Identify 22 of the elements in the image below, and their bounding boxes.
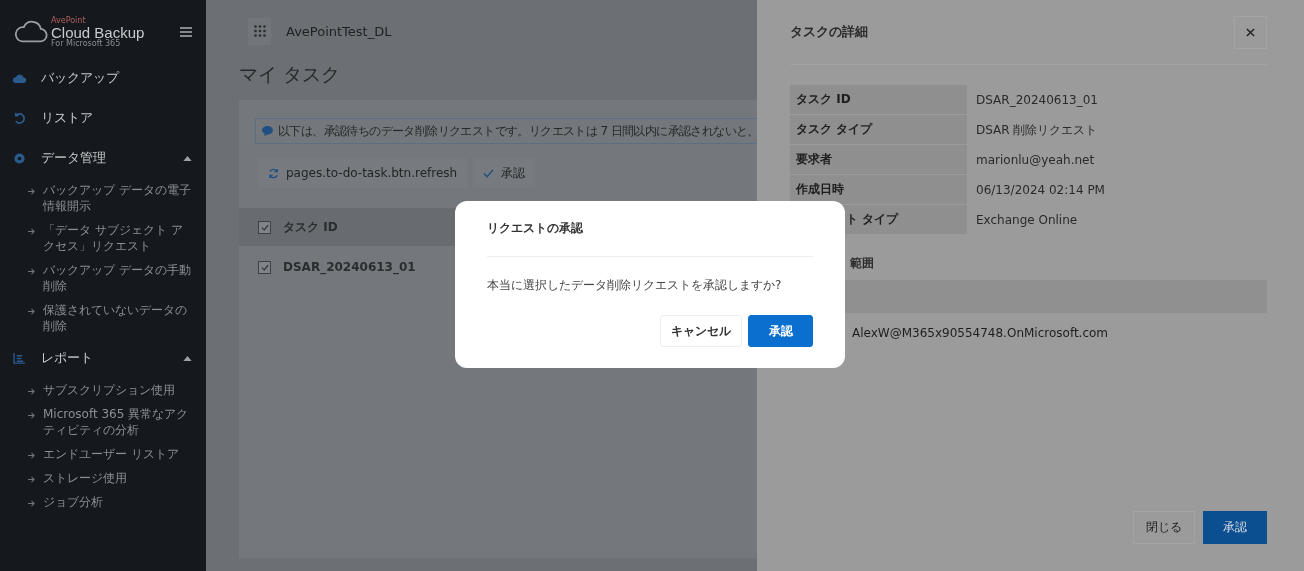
detail-value: 06/13/2024 02:14 PM [975,182,1105,199]
detail-label: タスク タイプ [790,115,967,144]
dialog-message: 本当に選択したデータ削除リクエストを承認しますか? [487,277,783,294]
info-text: 以下は、承認待ちのデータ削除リクエストです。リクエストは 7 日間以内に承認されないと、 [278,122,759,140]
table-cell-text: AlexW@M365x90554748.OnMicrosoft.com [851,325,1110,340]
detail-label: 作成日時 [790,175,967,204]
detail-value: DSAR 削除リクエスト [975,121,1098,139]
product-name: Cloud Backup [51,24,145,40]
product-tagline: For Microsoft 365 [51,39,121,48]
dialog-title: リクエストの承認 [487,201,813,257]
detail-label: 要求者 [790,145,967,174]
table-cell: DSAR_20240613_01 [283,260,416,274]
section-title: 範囲 [849,255,875,272]
column-header: タスク ID [283,218,338,236]
detail-value: marionlu@yeah.net [975,152,1095,169]
panel-title: タスクの詳細 [790,23,868,41]
brand-label: AvePoint [51,16,87,25]
detail-value: DSAR_20240613_01 [975,92,1098,109]
tenant-name: AvePointTest_DL [286,23,392,39]
detail-value: Exchange Online [975,212,1078,229]
detail-label: タスク ID [790,85,967,114]
page-title: マイ タスク [239,62,342,87]
